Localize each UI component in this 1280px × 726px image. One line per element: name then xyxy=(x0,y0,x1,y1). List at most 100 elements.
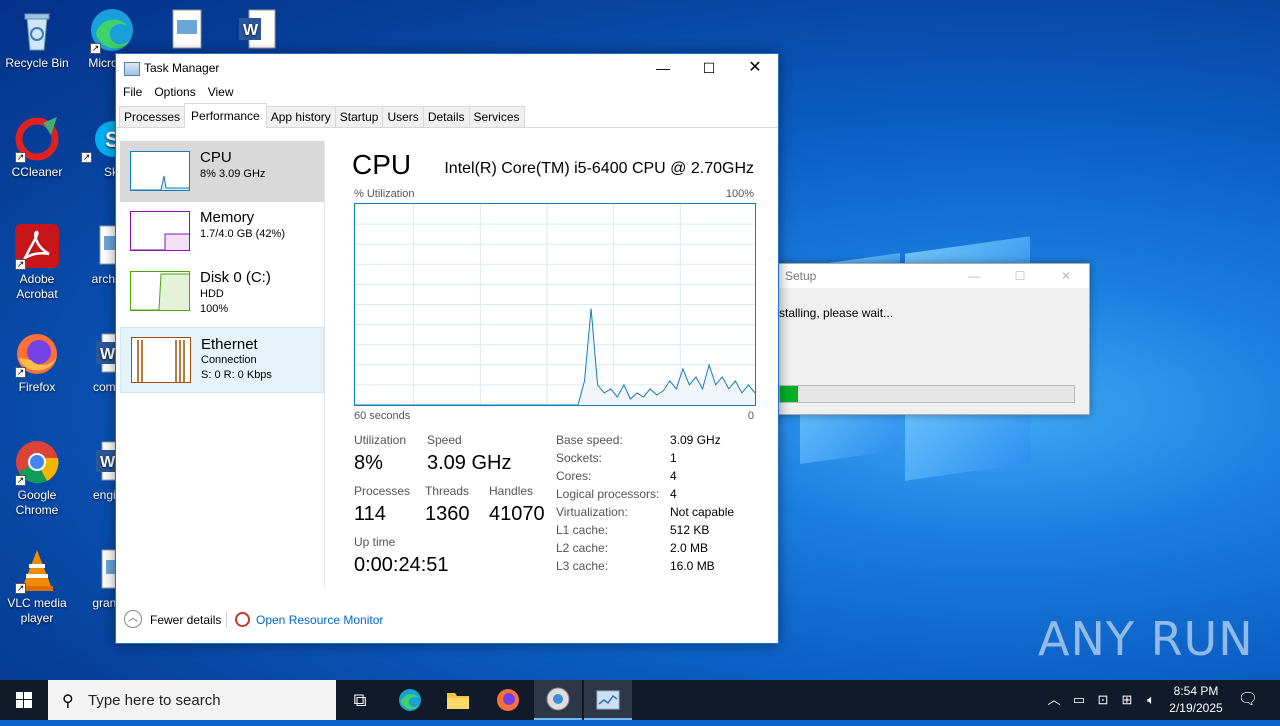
setup-message: stalling, please wait... xyxy=(779,306,894,320)
menu-options[interactable]: Options xyxy=(154,83,201,103)
spec-label: Sockets: xyxy=(556,451,603,465)
desktop-icon-label: Firefox xyxy=(18,380,56,394)
close-button[interactable]: ✕ xyxy=(732,54,778,83)
taskbar-search-box[interactable]: ⚲ Type here to search xyxy=(48,680,336,720)
title-bar[interactable]: Task Manager — ☐ ✕ xyxy=(116,54,778,83)
sidebar-item-ethernet[interactable]: Ethernet Connection S: 0 R: 0 Kbps xyxy=(120,327,324,393)
sidebar-item-cpu[interactable]: CPU 8% 3.09 GHz xyxy=(120,141,324,202)
minimize-button[interactable]: — xyxy=(640,54,686,83)
uptime-label: Up time xyxy=(354,535,396,549)
spec-value: 4 xyxy=(670,487,677,501)
tab-services[interactable]: Services xyxy=(468,106,525,127)
maximize-icon[interactable]: ☐ xyxy=(997,264,1043,288)
tab-bar: Processes Performance App history Startu… xyxy=(116,103,778,128)
tab-details[interactable]: Details xyxy=(422,106,470,127)
performance-sidebar: CPU 8% 3.09 GHz Memory 1.7/4.0 GB (42%) … xyxy=(119,141,325,589)
spec-label: L3 cache: xyxy=(556,559,609,573)
taskbar-file-explorer[interactable] xyxy=(434,680,482,720)
chevron-up-icon: ︿ xyxy=(1047,692,1061,707)
spec-value: 4 xyxy=(670,469,677,483)
window-title: Task Manager xyxy=(144,61,220,75)
desktop-icon-ccleaner[interactable]: ↗ CCleaner xyxy=(0,115,74,180)
speed-label: Speed xyxy=(427,433,462,447)
vlc-icon: ↗ xyxy=(13,546,61,594)
desktop-icon-acrobat[interactable]: ↗ Adobe Acrobat xyxy=(0,222,74,302)
sidebar-item-detail: 8% 3.09 GHz xyxy=(200,168,266,180)
cpu-model: Intel(R) Core(TM) i5-6400 CPU @ 2.70GHz xyxy=(444,160,754,177)
sidebar-item-detail: Connection xyxy=(201,354,257,366)
task-manager-window[interactable]: Task Manager — ☐ ✕ File Options View Pro… xyxy=(115,53,779,644)
ccleaner-icon: ↗ xyxy=(13,115,61,163)
fewer-details-link[interactable]: Fewer details xyxy=(150,613,221,627)
zero-label: 0 xyxy=(747,410,754,422)
threads-label: Threads xyxy=(425,484,470,498)
maximize-button[interactable]: ☐ xyxy=(686,54,732,83)
sidebar-item-detail: 100% xyxy=(200,303,229,315)
desktop-icon-firefox[interactable]: ↗ Firefox xyxy=(0,330,74,395)
footer-divider xyxy=(226,611,227,627)
tray-meet-icon[interactable]: ⊡ xyxy=(1092,680,1114,720)
sidebar-item-detail: HDD xyxy=(200,288,224,300)
network-icon[interactable]: ⊞ xyxy=(1116,680,1138,720)
menu-view[interactable]: View xyxy=(208,83,240,103)
svg-text:W: W xyxy=(100,454,116,471)
desktop-icon-file-1[interactable] xyxy=(150,6,224,56)
desktop-icon-word-1[interactable]: W xyxy=(222,6,296,56)
desktop-icon-label: Recycle Bin xyxy=(5,56,69,70)
image-file-icon xyxy=(163,6,211,54)
panel-title: CPU xyxy=(352,149,412,180)
tab-processes[interactable]: Processes xyxy=(119,106,186,127)
open-resource-monitor-link[interactable]: Open Resource Monitor xyxy=(256,613,383,627)
resource-monitor-icon[interactable] xyxy=(235,612,250,627)
start-button[interactable] xyxy=(0,680,48,720)
utilization-axis-label: % Utilization xyxy=(354,188,415,200)
taskbar-edge[interactable] xyxy=(386,680,434,720)
setup-progress-bar xyxy=(779,385,1075,403)
taskbar-firefox[interactable] xyxy=(484,680,532,720)
notification-center-icon[interactable]: 🗨︎ xyxy=(1234,680,1262,720)
cpu-thumbnail-graph xyxy=(130,151,190,191)
tray-tablet-icon[interactable]: ▭ xyxy=(1068,680,1090,720)
firefox-icon: ↗ xyxy=(13,330,61,378)
cpu-utilization-graph xyxy=(354,203,756,406)
cpu-graph-area xyxy=(355,308,755,405)
desktop-icon-label: CCleaner xyxy=(11,165,63,179)
tab-performance[interactable]: Performance xyxy=(184,103,267,128)
disk-thumbnail-graph xyxy=(130,271,190,311)
spec-label: L1 cache: xyxy=(556,523,609,537)
desktop-icon-chrome[interactable]: ↗ Google Chrome xyxy=(0,438,74,518)
desktop-icon-vlc[interactable]: ↗ VLC media player xyxy=(0,546,74,626)
tab-users[interactable]: Users xyxy=(382,106,424,127)
setup-window[interactable]: Setup — ☐ ✕ stalling, please wait... xyxy=(760,263,1090,415)
folder-icon xyxy=(447,693,469,709)
chevron-up-icon[interactable]: ︿ xyxy=(124,610,142,628)
sidebar-item-disk[interactable]: Disk 0 (C:) HDD 100% xyxy=(120,261,324,322)
task-view-button[interactable]: ⧉ xyxy=(336,680,384,720)
threads-value: 1360 xyxy=(425,503,470,525)
task-manager-icon xyxy=(596,690,620,710)
menu-bar: File Options View xyxy=(116,83,778,103)
handles-value: 41070 xyxy=(489,503,545,525)
time-span-label: 60 seconds xyxy=(354,410,411,422)
volume-icon[interactable]: 🔈︎ xyxy=(1140,680,1162,720)
desktop-icon-label: VLC media player xyxy=(7,596,67,625)
cpu-graph-svg xyxy=(355,204,756,406)
utilization-label: Utilization xyxy=(354,433,407,447)
show-hidden-icons-button[interactable]: ︿ xyxy=(1044,680,1064,720)
recycle-bin-icon xyxy=(13,6,61,54)
desktop-icon-recycle-bin[interactable]: Recycle Bin xyxy=(0,6,74,71)
taskbar-clock[interactable]: 8:54 PM 2/19/2025 xyxy=(1164,683,1228,717)
tab-app-history[interactable]: App history xyxy=(265,106,336,127)
speed-value: 3.09 GHz xyxy=(427,452,512,474)
minimize-icon[interactable]: — xyxy=(951,264,997,288)
taskbar-task-manager[interactable] xyxy=(584,680,632,720)
tab-startup[interactable]: Startup xyxy=(334,106,384,127)
search-icon: ⚲ xyxy=(62,693,74,710)
taskbar-setup-app[interactable] xyxy=(534,680,582,720)
handles-label: Handles xyxy=(489,484,534,498)
desktop-icon-label: Google Chrome xyxy=(15,488,59,517)
menu-file[interactable]: File xyxy=(123,83,148,103)
sidebar-item-memory[interactable]: Memory 1.7/4.0 GB (42%) xyxy=(120,201,324,262)
close-icon[interactable]: ✕ xyxy=(1043,264,1089,288)
sidebar-item-label: Memory xyxy=(200,209,255,226)
